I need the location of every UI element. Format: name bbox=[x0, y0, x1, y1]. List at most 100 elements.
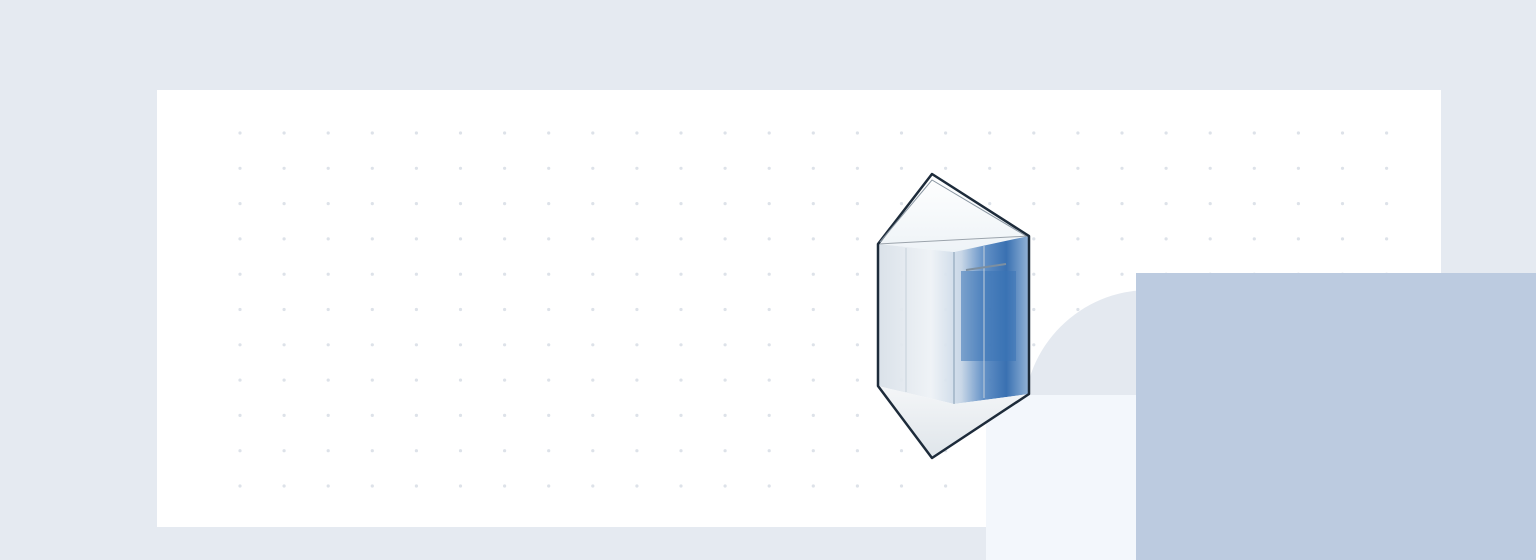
grid-dot bbox=[767, 166, 771, 170]
grid-dot bbox=[679, 202, 683, 206]
grid-dot bbox=[414, 449, 418, 453]
grid-dot bbox=[1340, 202, 1345, 206]
grid-dot bbox=[458, 307, 463, 312]
grid-dot bbox=[767, 202, 771, 206]
grid-dot bbox=[723, 449, 727, 453]
grid-dot bbox=[1076, 202, 1080, 206]
grid-dot bbox=[855, 131, 860, 135]
grid-dot bbox=[238, 131, 242, 135]
grid-dot bbox=[547, 131, 551, 135]
grid-dot bbox=[723, 202, 727, 206]
grid-dot bbox=[1164, 237, 1168, 241]
grid-dot bbox=[503, 413, 507, 417]
grid-dot bbox=[811, 131, 815, 135]
grid-dot bbox=[1340, 166, 1345, 170]
grid-dot bbox=[723, 307, 727, 312]
grid-dot bbox=[326, 449, 330, 453]
grid-dot bbox=[635, 343, 639, 347]
grid-dot bbox=[988, 131, 992, 135]
grid-dot bbox=[547, 484, 551, 488]
grid-dot bbox=[855, 449, 860, 453]
grid-dot bbox=[547, 378, 551, 382]
grid-dot bbox=[723, 166, 727, 170]
grid-dot bbox=[679, 307, 683, 312]
grid-dot bbox=[591, 202, 595, 206]
decorative-blue-block bbox=[1136, 273, 1536, 560]
grid-dot bbox=[591, 237, 595, 241]
grid-dot bbox=[326, 237, 330, 241]
grid-dot bbox=[370, 378, 374, 382]
grid-dot bbox=[723, 378, 727, 382]
grid-dot bbox=[326, 413, 330, 417]
grid-dot bbox=[503, 378, 507, 382]
grid-dot bbox=[635, 484, 639, 488]
grid-dot bbox=[1120, 131, 1124, 135]
grid-dot bbox=[635, 307, 639, 312]
grid-dot bbox=[238, 307, 242, 312]
grid-dot bbox=[767, 237, 771, 241]
grid-dot bbox=[414, 343, 418, 347]
grid-dot bbox=[458, 378, 463, 382]
grid-dot bbox=[723, 413, 727, 417]
grid-dot bbox=[1252, 131, 1256, 135]
grid-dot bbox=[414, 484, 418, 488]
grid-dot bbox=[1296, 166, 1300, 170]
grid-dot bbox=[679, 484, 683, 488]
grid-dot bbox=[326, 484, 330, 488]
grid-dot bbox=[282, 307, 286, 312]
grid-dot bbox=[635, 202, 639, 206]
grid-dot bbox=[811, 166, 815, 170]
grid-dot bbox=[767, 413, 771, 417]
grid-dot bbox=[723, 343, 727, 347]
grid-dot bbox=[944, 484, 948, 488]
grid-dot bbox=[503, 343, 507, 347]
grid-dot bbox=[679, 343, 683, 347]
grid-dot bbox=[370, 449, 374, 453]
grid-dot bbox=[723, 237, 727, 241]
grid-dot bbox=[238, 449, 242, 453]
grid-dot bbox=[767, 449, 771, 453]
grid-dot bbox=[238, 272, 242, 276]
grid-dot bbox=[635, 378, 639, 382]
grid-dot bbox=[370, 237, 374, 241]
grid-dot bbox=[414, 307, 418, 312]
grid-dot bbox=[326, 343, 330, 347]
grid-dot bbox=[370, 166, 374, 170]
grid-dot bbox=[414, 378, 418, 382]
grid-dot bbox=[855, 307, 860, 312]
grid-dot bbox=[414, 131, 418, 135]
grid-dot bbox=[414, 237, 418, 241]
grid-dot bbox=[282, 166, 286, 170]
grid-dot bbox=[458, 343, 463, 347]
grid-dot bbox=[723, 484, 727, 488]
grid-dot bbox=[855, 272, 860, 276]
grid-dot bbox=[282, 413, 286, 417]
grid-dot bbox=[1385, 202, 1389, 206]
grid-dot bbox=[414, 166, 418, 170]
grid-dot bbox=[458, 484, 463, 488]
grid-dot bbox=[547, 272, 551, 276]
grid-dot bbox=[1164, 202, 1168, 206]
grid-dot bbox=[679, 166, 683, 170]
grid-dot bbox=[1208, 237, 1212, 241]
grid-dot bbox=[370, 202, 374, 206]
grid-dot bbox=[1252, 202, 1256, 206]
grid-dot bbox=[679, 237, 683, 241]
grid-dot bbox=[414, 272, 418, 276]
grid-dot bbox=[458, 272, 463, 276]
grid-dot bbox=[635, 131, 639, 135]
grid-dot bbox=[811, 237, 815, 241]
grid-dot bbox=[767, 272, 771, 276]
grid-dot bbox=[1164, 166, 1168, 170]
grid-dot bbox=[811, 307, 815, 312]
grid-dot bbox=[1296, 131, 1300, 135]
grid-dot bbox=[458, 202, 463, 206]
grid-dot bbox=[547, 413, 551, 417]
grid-dot bbox=[414, 413, 418, 417]
grid-dot bbox=[503, 237, 507, 241]
grid-dot bbox=[1385, 237, 1389, 241]
grid-dot bbox=[591, 131, 595, 135]
grid-dot bbox=[1076, 237, 1080, 241]
grid-dot bbox=[1076, 272, 1080, 276]
grid-dot bbox=[767, 484, 771, 488]
